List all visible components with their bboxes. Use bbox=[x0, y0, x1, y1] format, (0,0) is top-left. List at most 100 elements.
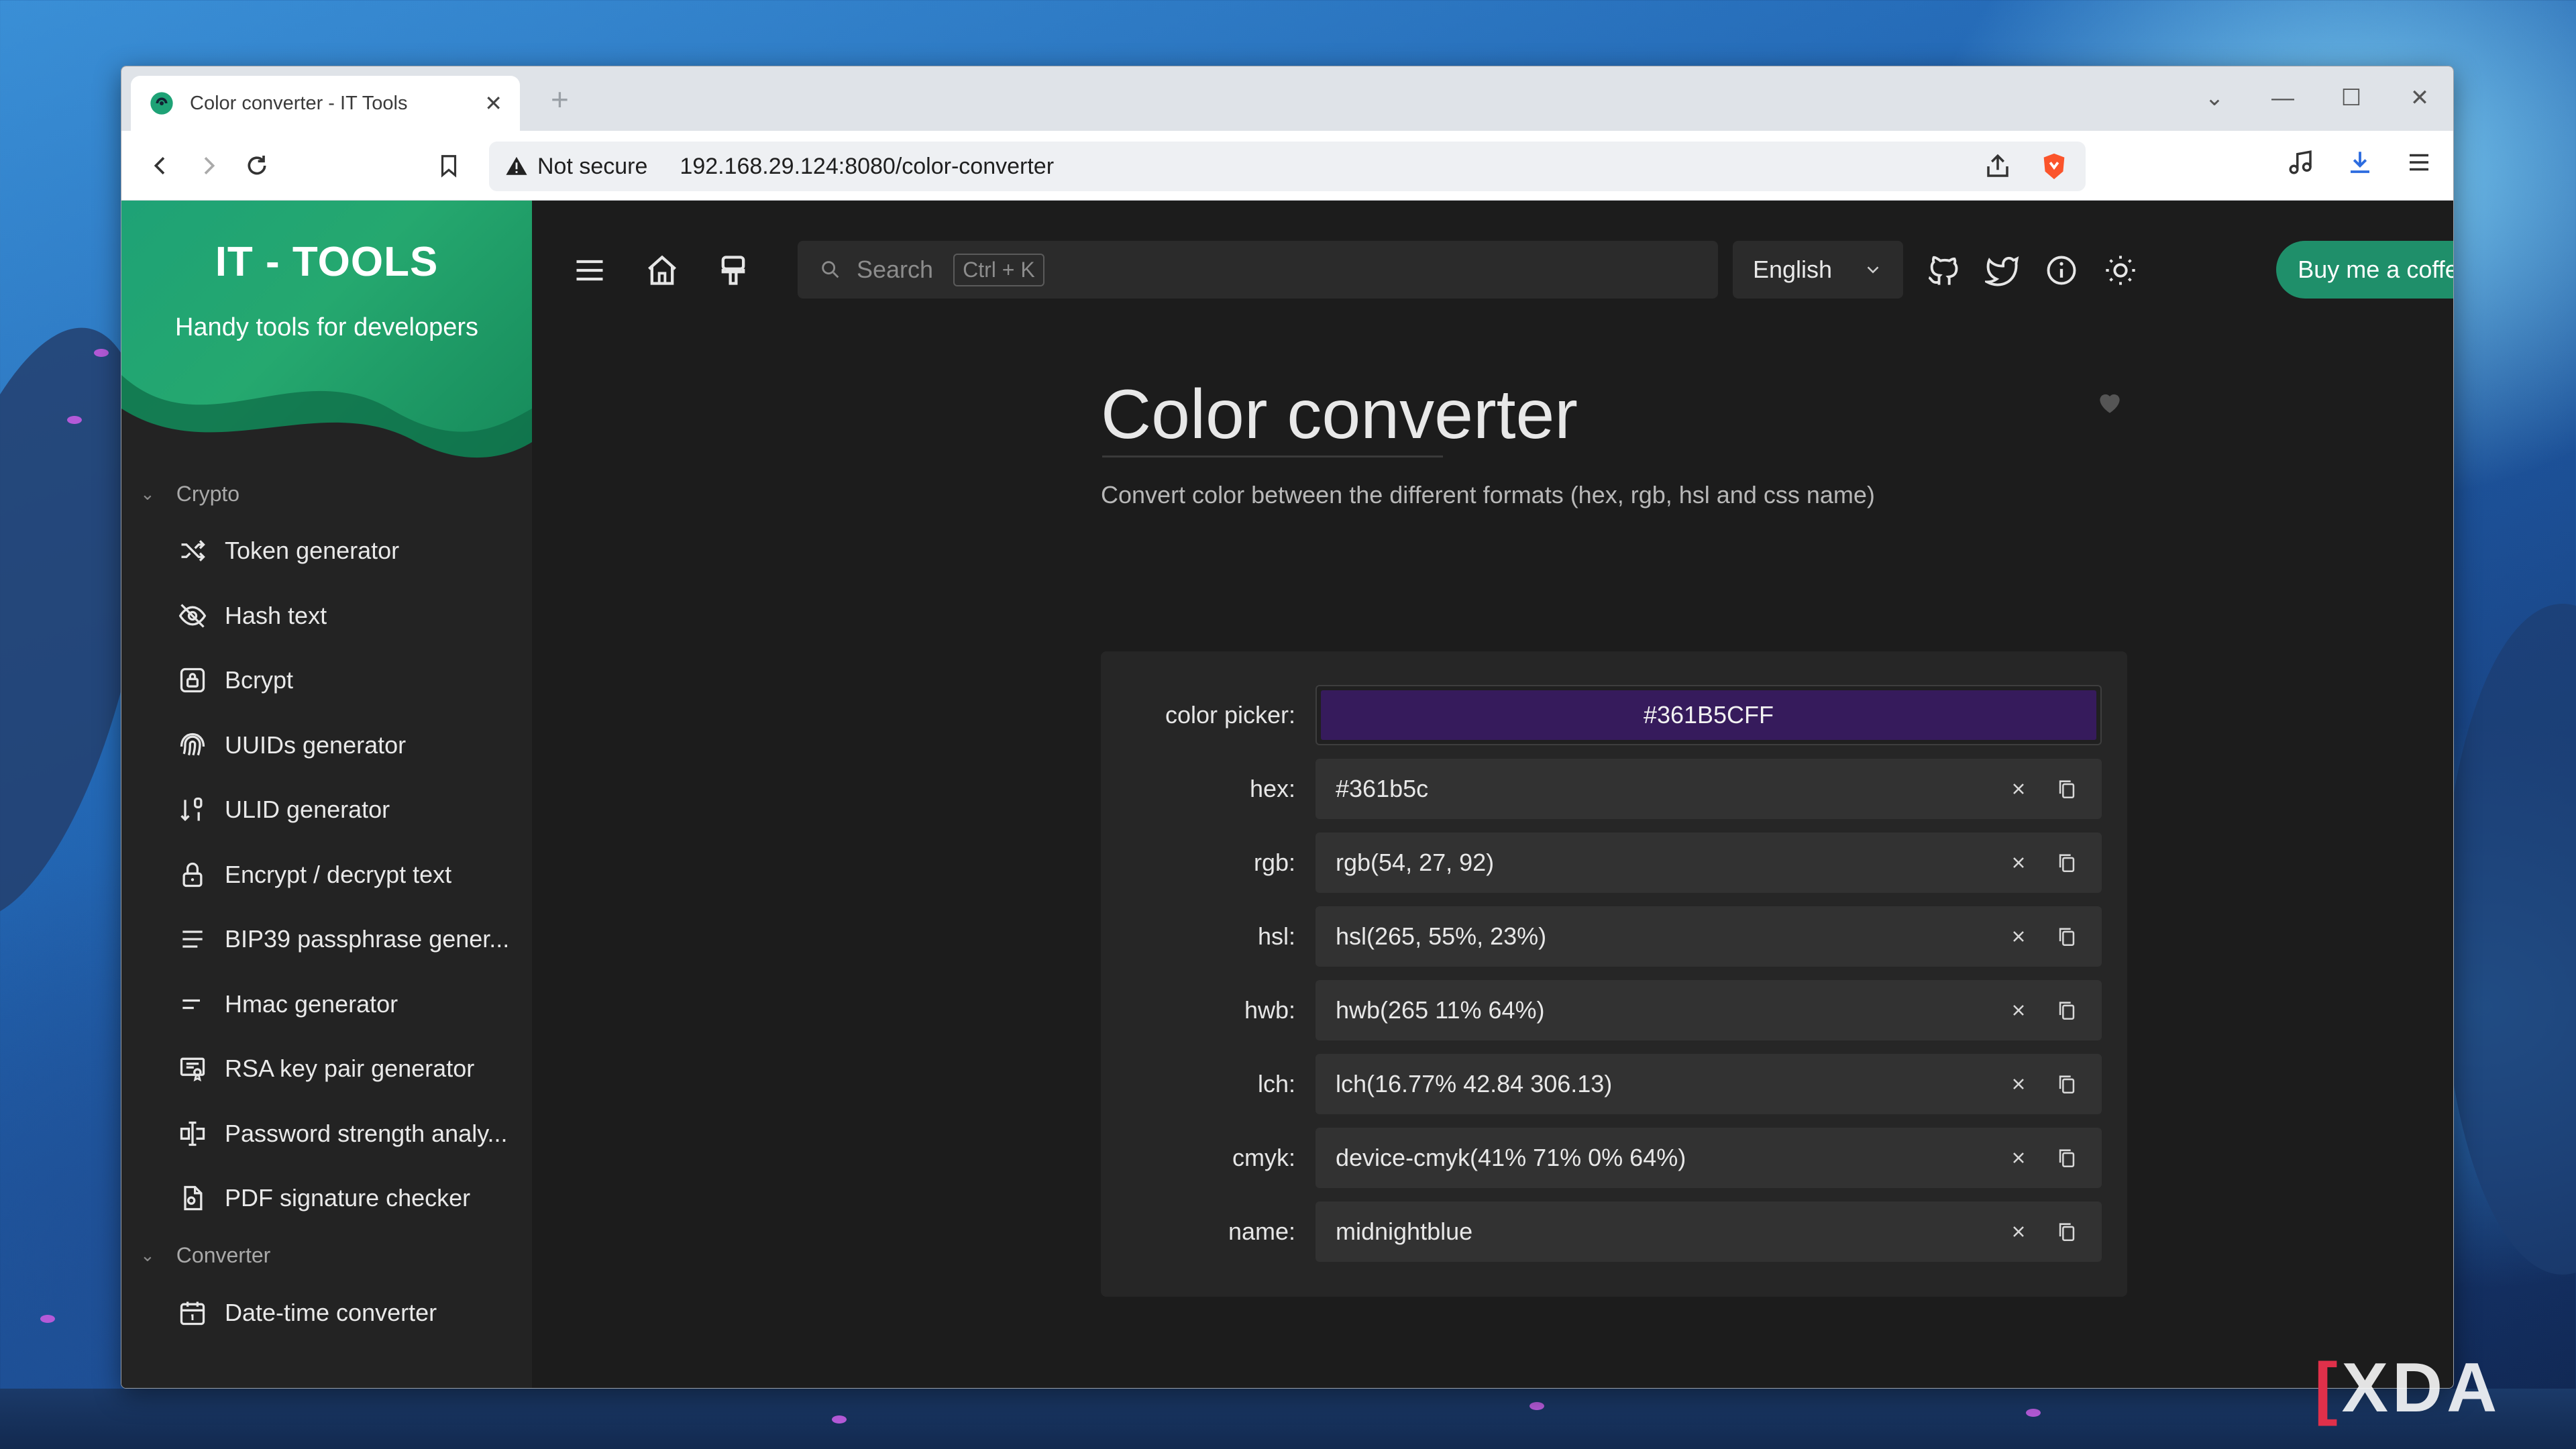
format-label: lch: bbox=[1257, 1070, 1295, 1097]
sidebar-section-header[interactable]: ⌄ Converter bbox=[121, 1231, 532, 1281]
field-value[interactable]: lch(16.77% 42.84 306.13) bbox=[1336, 1070, 1985, 1098]
format-label: hex: bbox=[1249, 775, 1295, 802]
clear-icon[interactable] bbox=[2004, 774, 2033, 804]
sidebar-item-password-strength[interactable]: Password strength analy... bbox=[121, 1102, 532, 1167]
clear-icon[interactable] bbox=[2004, 1143, 2033, 1173]
back-button[interactable] bbox=[143, 148, 178, 183]
copy-icon[interactable] bbox=[2052, 774, 2082, 804]
sidebar-item-hmac-generator[interactable]: Hmac generator bbox=[121, 972, 532, 1037]
twitter-icon[interactable] bbox=[1985, 253, 2020, 288]
search-bar[interactable]: Search Ctrl + K bbox=[798, 241, 1718, 299]
brave-shields-icon[interactable] bbox=[2039, 151, 2070, 182]
wallpaper-petal bbox=[2026, 1409, 2041, 1417]
clear-icon[interactable] bbox=[2004, 922, 2033, 951]
info-circle-icon[interactable] bbox=[2044, 253, 2079, 288]
sidebar-item-encrypt-decrypt[interactable]: Encrypt / decrypt text bbox=[121, 843, 532, 908]
address-bar[interactable]: Not secure 192.168.29.124:8080/color-con… bbox=[489, 142, 2086, 191]
hsl-row: hsl: hsl(265, 55%, 23%) bbox=[1101, 906, 2127, 967]
rgb-input[interactable]: rgb(54, 27, 92) bbox=[1316, 833, 2102, 893]
browser-tab[interactable]: Color converter - IT Tools ✕ bbox=[131, 76, 520, 131]
clear-icon[interactable] bbox=[2004, 996, 2033, 1025]
browser-window: Color converter - IT Tools ✕ + ⌄ — ☐ ✕ N… bbox=[121, 66, 2454, 1389]
cmyk-input[interactable]: device-cmyk(41% 71% 0% 64%) bbox=[1316, 1128, 2102, 1188]
close-tab-icon[interactable]: ✕ bbox=[484, 91, 502, 116]
field-value[interactable]: midnightblue bbox=[1336, 1218, 1985, 1246]
forward-button[interactable] bbox=[191, 148, 226, 183]
short-text-icon bbox=[182, 999, 200, 1009]
warning-triangle-icon bbox=[506, 156, 527, 175]
sidebar-item-pdf-signature[interactable]: PDF signature checker bbox=[121, 1166, 532, 1231]
app-topbar: Search Ctrl + K English Buy me a coffee bbox=[532, 241, 2453, 299]
copy-icon[interactable] bbox=[2052, 1143, 2082, 1173]
clear-icon[interactable] bbox=[2004, 1217, 2033, 1246]
minimize-button[interactable]: — bbox=[2269, 85, 2296, 111]
copy-icon[interactable] bbox=[2052, 1217, 2082, 1246]
copy-icon[interactable] bbox=[2052, 848, 2082, 877]
music-note-icon[interactable] bbox=[2287, 148, 2315, 176]
hamburger-menu-icon[interactable] bbox=[572, 253, 607, 288]
page-title: Color converter bbox=[1101, 376, 1578, 453]
hwb-input[interactable]: hwb(265 11% 64%) bbox=[1316, 980, 2102, 1040]
name-row: name: midnightblue bbox=[1101, 1201, 2127, 1262]
lch-input[interactable]: lch(16.77% 42.84 306.13) bbox=[1316, 1054, 2102, 1114]
section-label: Converter bbox=[176, 1243, 271, 1267]
menu-icon[interactable] bbox=[2405, 148, 2433, 176]
color-picker-value: #361B5CFF bbox=[1643, 701, 1774, 729]
sidebar-item-label: Hash text bbox=[225, 601, 327, 629]
chevron-down-icon: ⌄ bbox=[140, 483, 155, 504]
field-value[interactable]: hwb(265 11% 64%) bbox=[1336, 996, 1985, 1024]
clear-icon[interactable] bbox=[2004, 1069, 2033, 1099]
field-value[interactable]: device-cmyk(41% 71% 0% 64%) bbox=[1336, 1144, 1985, 1172]
github-icon[interactable] bbox=[1926, 253, 1961, 288]
sidebar-item-bip39[interactable]: BIP39 passphrase gener... bbox=[121, 907, 532, 972]
buy-me-a-coffee-button[interactable]: Buy me a coffee bbox=[2276, 241, 2453, 299]
paint-brush-icon[interactable] bbox=[716, 253, 751, 288]
field-value[interactable]: hsl(265, 55%, 23%) bbox=[1336, 922, 1985, 951]
sidebar-item-uuids-generator[interactable]: UUIDs generator bbox=[121, 713, 532, 778]
hwb-row: hwb: hwb(265 11% 64%) bbox=[1101, 980, 2127, 1040]
sidebar-item-rsa-key-pair[interactable]: RSA key pair generator bbox=[121, 1036, 532, 1102]
certificate-icon bbox=[180, 1057, 205, 1082]
lock-square-icon bbox=[180, 668, 205, 693]
hex-input[interactable]: #361b5c bbox=[1316, 759, 2102, 819]
url-text[interactable]: 192.168.29.124:8080/color-converter bbox=[680, 154, 1984, 180]
favorite-heart-icon[interactable] bbox=[2095, 388, 2125, 418]
fingerprint-icon bbox=[180, 733, 205, 755]
format-label: rgb: bbox=[1253, 849, 1295, 876]
xda-watermark-logo: [XDA bbox=[2314, 1349, 2502, 1427]
tab-search-chevron-icon[interactable]: ⌄ bbox=[2201, 85, 2228, 111]
copy-icon[interactable] bbox=[2052, 996, 2082, 1025]
sun-theme-icon[interactable] bbox=[2103, 253, 2138, 288]
field-value[interactable]: #361b5c bbox=[1336, 775, 1985, 803]
reload-button[interactable] bbox=[239, 148, 274, 183]
sidebar-brand[interactable]: IT - TOOLS Handy tools for developers bbox=[121, 201, 532, 469]
download-icon[interactable] bbox=[2346, 148, 2374, 176]
clear-icon[interactable] bbox=[2004, 848, 2033, 877]
coffee-label: Buy me a coffee bbox=[2298, 256, 2453, 283]
language-select[interactable]: English bbox=[1733, 241, 1903, 299]
field-value[interactable]: rgb(54, 27, 92) bbox=[1336, 849, 1985, 877]
sidebar-item-hash-text[interactable]: Hash text bbox=[121, 584, 532, 649]
color-picker[interactable]: #361B5CFF bbox=[1316, 685, 2102, 745]
sidebar-item-label: BIP39 passphrase gener... bbox=[225, 925, 510, 953]
hsl-input[interactable]: hsl(265, 55%, 23%) bbox=[1316, 906, 2102, 967]
new-tab-button[interactable]: + bbox=[551, 81, 569, 117]
copy-icon[interactable] bbox=[2052, 1069, 2082, 1099]
sidebar-item-ulid-generator[interactable]: ULID generator bbox=[121, 777, 532, 843]
name-input[interactable]: midnightblue bbox=[1316, 1201, 2102, 1262]
sidebar-item-bcrypt[interactable]: Bcrypt bbox=[121, 648, 532, 713]
share-icon[interactable] bbox=[1984, 152, 2012, 180]
security-indicator[interactable]: Not secure bbox=[537, 154, 647, 180]
maximize-button[interactable]: ☐ bbox=[2338, 85, 2365, 111]
copy-icon[interactable] bbox=[2052, 922, 2082, 951]
home-icon[interactable] bbox=[645, 253, 680, 288]
sidebar-item-label: RSA key pair generator bbox=[225, 1055, 475, 1083]
sidebar-item-token-generator[interactable]: Token generator bbox=[121, 519, 532, 584]
bookmark-icon bbox=[441, 155, 457, 178]
sidebar-item-date-time-converter[interactable]: Date-time converter bbox=[121, 1281, 532, 1346]
sidebar-section-header[interactable]: ⌄ Crypto bbox=[121, 469, 532, 519]
color-picker-swatch[interactable]: #361B5CFF bbox=[1321, 690, 2096, 740]
wallpaper-petal bbox=[832, 1415, 847, 1424]
close-window-button[interactable]: ✕ bbox=[2406, 85, 2433, 111]
bookmark-button[interactable] bbox=[431, 148, 466, 183]
